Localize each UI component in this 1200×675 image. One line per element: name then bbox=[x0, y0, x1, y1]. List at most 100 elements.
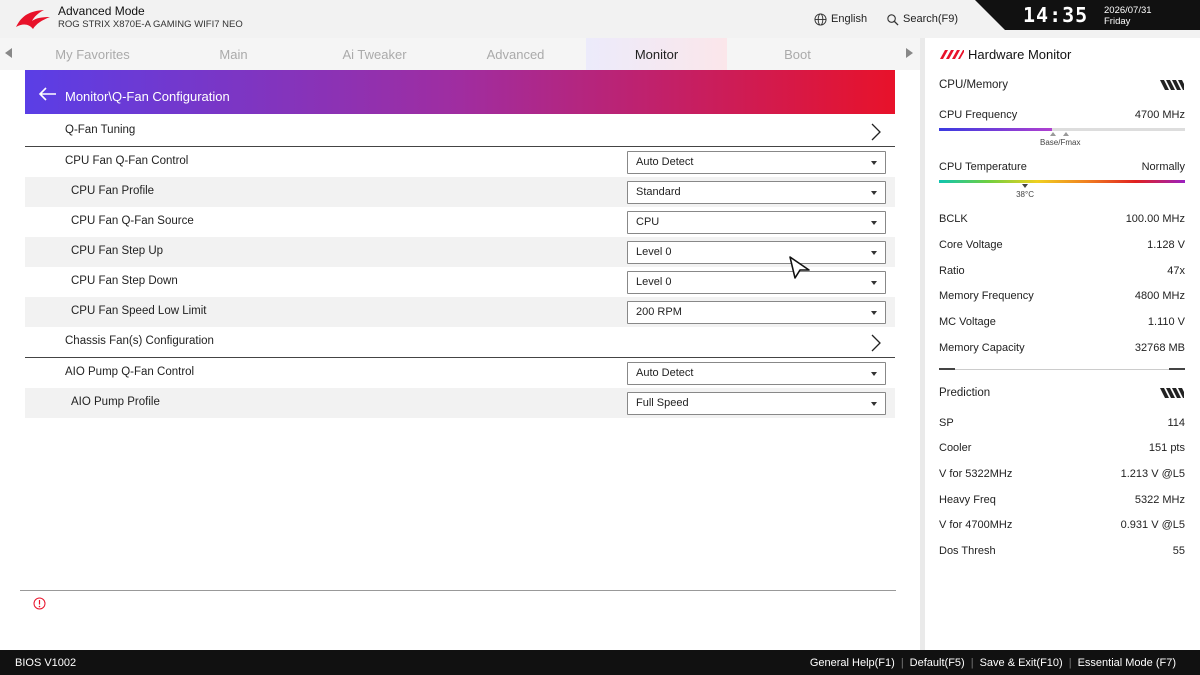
select-value: Level 0 bbox=[636, 276, 672, 288]
caret-down-icon bbox=[871, 372, 877, 376]
setting-label: CPU Fan Step Up bbox=[71, 245, 164, 257]
setting-row-cpu-fan-profile: CPU Fan Profile Standard bbox=[25, 177, 895, 207]
chevron-right-icon[interactable] bbox=[871, 334, 881, 352]
essential-mode-button[interactable]: Essential Mode (F7) bbox=[1072, 657, 1182, 669]
mouse-cursor-icon bbox=[789, 256, 810, 279]
tab-boot[interactable]: Boot bbox=[727, 38, 868, 70]
separator-dash bbox=[939, 368, 955, 370]
select-value: Level 0 bbox=[636, 246, 672, 258]
general-help-button[interactable]: General Help(F1) bbox=[804, 657, 901, 669]
hardware-monitor-title: Hardware Monitor bbox=[968, 47, 1072, 62]
metric-label: Ratio bbox=[939, 265, 965, 277]
cpu-fan-q-fan-control-select[interactable]: Auto Detect bbox=[627, 151, 886, 174]
tab-scroll-right-icon[interactable] bbox=[906, 48, 913, 58]
metric-row: Ratio 47x bbox=[939, 265, 1185, 281]
setting-row-cpu-fan-q-fan-source: CPU Fan Q-Fan Source CPU bbox=[25, 207, 895, 237]
fmax-marker-icon bbox=[1063, 132, 1069, 136]
select-value: 200 RPM bbox=[636, 306, 682, 318]
select-value: Standard bbox=[636, 186, 681, 198]
cpu-fan-speed-low-limit-select[interactable]: 200 RPM bbox=[627, 301, 886, 324]
footer-bar: BIOS V1002 General Help(F1) | Default(F5… bbox=[0, 650, 1200, 675]
cpu-temperature-label: CPU Temperature bbox=[939, 161, 1027, 173]
cpu-fan-step-down-select[interactable]: Level 0 bbox=[627, 271, 886, 294]
tab-advanced[interactable]: Advanced bbox=[445, 38, 586, 70]
tab-bar: My Favorites Main Ai Tweaker Advanced Mo… bbox=[0, 38, 920, 70]
caret-down-icon bbox=[871, 281, 877, 285]
setting-label: CPU Fan Profile bbox=[71, 185, 155, 197]
setting-label: CPU Fan Q-Fan Source bbox=[71, 215, 194, 227]
metric-label: Memory Capacity bbox=[939, 342, 1025, 354]
select-value: CPU bbox=[636, 216, 660, 228]
globe-icon bbox=[814, 12, 827, 26]
prediction-value: 0.931 V @L5 bbox=[1120, 519, 1185, 531]
cpu-fan-q-fan-source-select[interactable]: CPU bbox=[627, 211, 886, 234]
tab-ai-tweaker[interactable]: Ai Tweaker bbox=[304, 38, 445, 70]
cpu-memory-stripes-icon[interactable] bbox=[1160, 80, 1184, 90]
settings-list: Q-Fan Tuning CPU Fan Q-Fan Control Auto … bbox=[25, 116, 895, 418]
back-arrow-icon[interactable] bbox=[37, 86, 57, 102]
aio-pump-q-fan-control-select[interactable]: Auto Detect bbox=[627, 362, 886, 385]
metric-label: Core Voltage bbox=[939, 239, 1003, 251]
setting-row-aio-pump-profile: AIO Pump Profile Full Speed bbox=[25, 388, 895, 418]
setting-row-cpu-fan-q-fan-control: CPU Fan Q-Fan Control Auto Detect bbox=[25, 147, 895, 177]
prediction-label: V for 5322MHz bbox=[939, 468, 1013, 480]
setting-label: Q-Fan Tuning bbox=[65, 124, 136, 136]
setting-label: Chassis Fan(s) Configuration bbox=[65, 335, 214, 347]
prediction-label: Heavy Freq bbox=[939, 494, 996, 506]
tab-scroll-left-icon[interactable] bbox=[5, 48, 12, 58]
metric-value: 47x bbox=[1167, 265, 1185, 277]
setting-row-cpu-fan-step-up: CPU Fan Step Up Level 0 bbox=[25, 237, 895, 267]
save-exit-button[interactable]: Save & Exit(F10) bbox=[974, 657, 1069, 669]
metric-label: Memory Frequency bbox=[939, 290, 1034, 302]
tab-main[interactable]: Main bbox=[163, 38, 304, 70]
clock-time[interactable]: 14:35 bbox=[1023, 3, 1088, 27]
prediction-label: Dos Thresh bbox=[939, 545, 996, 557]
mode-title: Advanced Mode bbox=[58, 4, 145, 18]
setting-row-chassis-fan-configuration[interactable]: Chassis Fan(s) Configuration bbox=[25, 327, 895, 358]
prediction-label: V for 4700MHz bbox=[939, 519, 1013, 531]
prediction-value: 55 bbox=[1172, 545, 1185, 557]
metric-label: MC Voltage bbox=[939, 316, 996, 328]
cpu-temperature-bar bbox=[939, 180, 1185, 183]
base-fmax-label: Base/Fmax bbox=[1040, 138, 1081, 147]
prediction-row: Heavy Freq 5322 MHz bbox=[939, 494, 1185, 510]
cpu-temperature-status: Normally bbox=[1141, 161, 1185, 173]
prediction-label: Cooler bbox=[939, 442, 972, 454]
date-value: 2026/07/31 bbox=[1104, 5, 1152, 16]
aio-pump-profile-select[interactable]: Full Speed bbox=[627, 392, 886, 415]
default-button[interactable]: Default(F5) bbox=[904, 657, 971, 669]
clock-date: 2026/07/31 Friday bbox=[1104, 5, 1152, 27]
chevron-right-icon[interactable] bbox=[871, 123, 881, 141]
setting-label: CPU Fan Step Down bbox=[71, 275, 178, 287]
prediction-value: 151 pts bbox=[1148, 442, 1185, 454]
setting-row-cpu-fan-speed-low-limit: CPU Fan Speed Low Limit 200 RPM bbox=[25, 297, 895, 327]
cpu-fan-profile-select[interactable]: Standard bbox=[627, 181, 886, 204]
tab-my-favorites[interactable]: My Favorites bbox=[22, 38, 163, 70]
info-icon[interactable] bbox=[33, 597, 46, 610]
setting-row-q-fan-tuning[interactable]: Q-Fan Tuning bbox=[25, 116, 895, 147]
separator-dash bbox=[1169, 368, 1185, 370]
prediction-row: V for 4700MHz 0.931 V @L5 bbox=[939, 519, 1185, 535]
metric-row: Memory Capacity 32768 MB bbox=[939, 342, 1185, 358]
cpu-fan-step-up-select[interactable]: Level 0 bbox=[627, 241, 886, 264]
temperature-marker-label: 38°C bbox=[1016, 190, 1034, 199]
prediction-row: Cooler 151 pts bbox=[939, 442, 1185, 458]
language-button[interactable]: English bbox=[814, 9, 867, 29]
search-label: Search(F9) bbox=[903, 13, 959, 25]
footer-shortcuts: General Help(F1) | Default(F5) | Save & … bbox=[804, 657, 1182, 669]
prediction-label: SP bbox=[939, 417, 954, 429]
setting-label: CPU Fan Speed Low Limit bbox=[71, 305, 207, 317]
metric-value: 4800 MHz bbox=[1134, 290, 1185, 302]
metric-row: Core Voltage 1.128 V bbox=[939, 239, 1185, 255]
hardware-monitor-stripes-icon bbox=[940, 50, 964, 59]
cpu-frequency-bar bbox=[939, 128, 1185, 131]
prediction-stripes-icon[interactable] bbox=[1160, 388, 1184, 398]
cpu-frequency-row: CPU Frequency 4700 MHz bbox=[939, 109, 1185, 125]
bios-version: BIOS V1002 bbox=[15, 657, 77, 669]
prediction-value: 5322 MHz bbox=[1134, 494, 1185, 506]
tab-monitor[interactable]: Monitor bbox=[586, 38, 727, 70]
search-button[interactable]: Search(F9) bbox=[886, 9, 958, 29]
prediction-row: V for 5322MHz 1.213 V @L5 bbox=[939, 468, 1185, 484]
cpu-temperature-gradient bbox=[939, 180, 1185, 183]
base-marker-icon bbox=[1050, 132, 1056, 136]
